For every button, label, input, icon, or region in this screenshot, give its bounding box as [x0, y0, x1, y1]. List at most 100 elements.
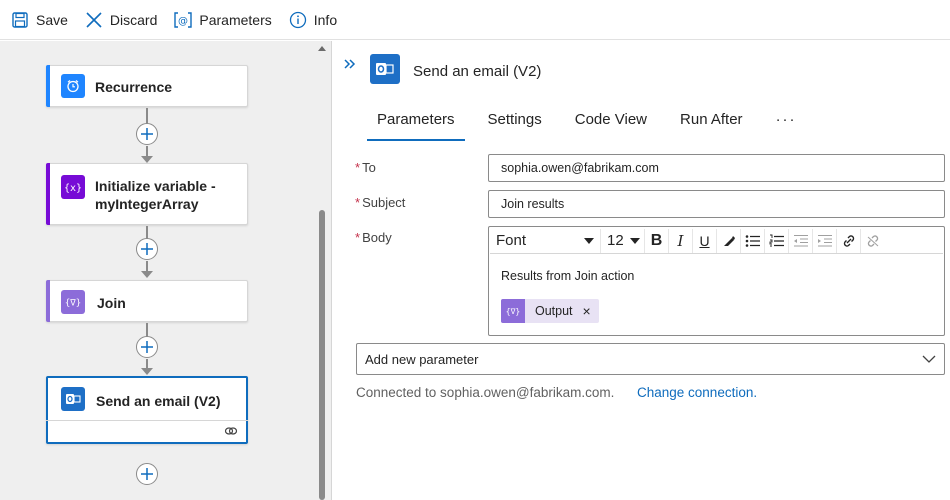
add-step-button[interactable] — [136, 336, 158, 358]
to-field[interactable]: sophia.owen@fabrikam.com — [488, 154, 945, 182]
parameters-button[interactable]: @ Parameters — [171, 5, 279, 35]
initialize-variable-subtitle: myIntegerArray — [95, 196, 199, 212]
add-step-button[interactable] — [136, 238, 158, 260]
required-mark: * — [355, 160, 361, 175]
bold-button[interactable]: B — [644, 228, 668, 253]
panel-tabs: Parameters Settings Code View Run After … — [367, 111, 820, 143]
collapse-panel-button[interactable] — [343, 57, 359, 73]
chevron-down-icon — [922, 355, 936, 363]
discard-button[interactable]: Discard — [82, 5, 165, 35]
subject-label: * Subject — [355, 195, 405, 210]
card-accent-bar — [46, 280, 50, 322]
insert-link-button[interactable] — [836, 228, 860, 253]
output-token[interactable]: {∇} Output × — [501, 299, 599, 323]
body-editor[interactable]: Font 12 B I U Results from Join action {… — [488, 226, 945, 336]
subject-label-text: Subject — [362, 195, 406, 210]
required-mark: * — [355, 195, 361, 210]
subject-field[interactable]: Join results — [488, 190, 945, 218]
double-chevron-right-icon — [344, 59, 356, 69]
font-select[interactable]: Font — [490, 229, 600, 253]
decrease-indent-button[interactable] — [788, 228, 812, 253]
initialize-variable-title: Initialize variable - — [95, 178, 216, 194]
svg-text:{∇}: {∇} — [506, 307, 520, 316]
save-label: Save — [36, 11, 68, 28]
font-size-value: 12 — [607, 232, 624, 249]
info-button[interactable]: Info — [286, 5, 345, 35]
add-step-button[interactable] — [136, 463, 158, 485]
arrow-down-icon — [141, 368, 153, 375]
body-label: * Body — [355, 230, 392, 245]
close-icon — [84, 10, 104, 30]
join-title: Join — [97, 295, 126, 311]
tab-settings[interactable]: Settings — [478, 111, 552, 143]
clock-icon — [61, 74, 85, 98]
join-card[interactable]: {∇} Join — [46, 280, 248, 322]
plus-icon — [141, 468, 153, 480]
svg-text:{∇}: {∇} — [65, 299, 81, 309]
recurrence-title: Recurrence — [95, 79, 173, 95]
numbered-list-icon — [769, 234, 784, 246]
add-step-button[interactable] — [136, 123, 158, 145]
card-accent-bar — [46, 65, 50, 107]
body-text: Results from Join action — [501, 269, 635, 283]
add-new-parameter-dropdown[interactable]: Add new parameter — [356, 343, 945, 375]
arrow-down-icon — [141, 156, 153, 163]
tab-run-after[interactable]: Run After — [670, 111, 753, 143]
data-operation-icon: {∇} — [501, 299, 525, 323]
remove-link-button[interactable] — [860, 228, 884, 253]
send-email-card[interactable]: Send an email (V2) — [46, 376, 248, 444]
link-icon — [843, 234, 854, 247]
bullet-list-icon — [745, 234, 760, 247]
svg-text:{x}: {x} — [64, 183, 82, 194]
save-icon — [10, 10, 30, 30]
designer-canvas[interactable]: Recurrence {x} Initialize variable - myI… — [0, 41, 332, 500]
scrollbar-thumb[interactable] — [319, 210, 325, 500]
variable-icon: {x} — [61, 175, 85, 199]
panel-title: Send an email (V2) — [413, 63, 542, 80]
plus-icon — [141, 128, 153, 140]
to-label: * To — [355, 160, 376, 175]
highlight-button[interactable] — [716, 228, 740, 253]
increase-indent-button[interactable] — [812, 228, 836, 253]
caret-down-icon — [584, 237, 594, 244]
parameters-icon: @ — [173, 10, 193, 30]
details-panel: Send an email (V2) Parameters Settings C… — [333, 41, 950, 500]
italic-button[interactable]: I — [668, 228, 692, 253]
recurrence-card[interactable]: Recurrence — [46, 65, 248, 107]
tab-code-view[interactable]: Code View — [565, 111, 657, 143]
initialize-variable-card[interactable]: {x} Initialize variable - myIntegerArray — [46, 163, 248, 225]
plus-icon — [141, 341, 153, 353]
body-label-text: Body — [362, 230, 392, 245]
font-select-value: Font — [496, 232, 527, 249]
command-bar: Save Discard @ Parameters Info — [0, 0, 950, 40]
add-new-parameter-label: Add new parameter — [365, 351, 479, 367]
outdent-icon — [793, 234, 808, 247]
plus-icon — [141, 243, 153, 255]
arrow-down-icon — [141, 271, 153, 278]
tab-parameters[interactable]: Parameters — [367, 111, 465, 143]
numbered-list-button[interactable] — [764, 228, 788, 253]
bullet-list-button[interactable] — [740, 228, 764, 253]
font-size-select[interactable]: 12 — [600, 228, 644, 253]
outlook-icon — [61, 387, 85, 411]
underline-button[interactable]: U — [692, 228, 716, 253]
data-operation-icon: {∇} — [61, 290, 85, 314]
info-icon — [288, 10, 308, 30]
save-button[interactable]: Save — [8, 5, 76, 35]
scroll-up-icon[interactable] — [318, 46, 326, 51]
link-icon[interactable] — [224, 425, 238, 440]
indent-icon — [817, 234, 832, 247]
more-tabs-button[interactable]: ··· — [766, 111, 807, 143]
unlink-icon — [867, 234, 878, 247]
caret-down-icon — [630, 237, 640, 244]
info-label: Info — [313, 11, 338, 28]
change-connection-link[interactable]: Change connection. — [637, 385, 757, 400]
editor-toolbar: Font 12 B I U — [490, 228, 943, 254]
to-label-text: To — [362, 160, 376, 175]
connector-line — [146, 323, 148, 337]
card-accent-bar — [46, 163, 50, 225]
remove-token-button[interactable]: × — [583, 303, 591, 319]
required-mark: * — [355, 230, 361, 245]
parameters-label: Parameters — [199, 11, 272, 28]
discard-label: Discard — [109, 11, 158, 28]
